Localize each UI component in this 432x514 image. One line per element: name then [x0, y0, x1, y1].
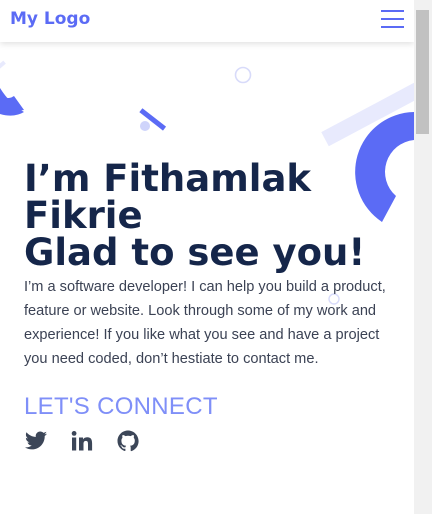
hamburger-menu-icon[interactable] [381, 8, 405, 30]
site-logo[interactable]: My Logo [10, 9, 90, 29]
linkedin-link[interactable] [70, 429, 94, 453]
page-viewport: My Logo I’m Fithamlak Fikrie Glad to see… [0, 0, 414, 514]
decor-small-bar-left [0, 60, 6, 71]
github-icon [117, 430, 139, 452]
decor-small-ring [234, 66, 252, 84]
hero-heading: I’m Fithamlak Fikrie Glad to see you! [24, 160, 404, 271]
scrollbar-thumb[interactable] [416, 10, 429, 134]
connect-heading: LET'S CONNECT [24, 393, 218, 420]
hero-bio: I’m a software developer! I can help you… [24, 279, 386, 367]
twitter-icon [25, 431, 47, 450]
twitter-link[interactable] [24, 429, 48, 453]
hamburger-line [381, 18, 404, 20]
decor-dot [140, 121, 150, 131]
github-link[interactable] [116, 429, 140, 453]
hero-heading-line: I’m Fithamlak [24, 157, 312, 200]
linkedin-icon [71, 431, 93, 451]
vertical-scrollbar[interactable] [414, 0, 432, 514]
social-links [24, 429, 404, 453]
hero-section: I’m Fithamlak Fikrie Glad to see you! I’… [24, 160, 404, 453]
hero-heading-line: Fikrie [24, 194, 143, 237]
hero-heading-line: Glad to see you! [24, 231, 366, 274]
hamburger-line [381, 10, 404, 12]
navbar: My Logo [0, 0, 414, 42]
hamburger-line [381, 26, 404, 28]
